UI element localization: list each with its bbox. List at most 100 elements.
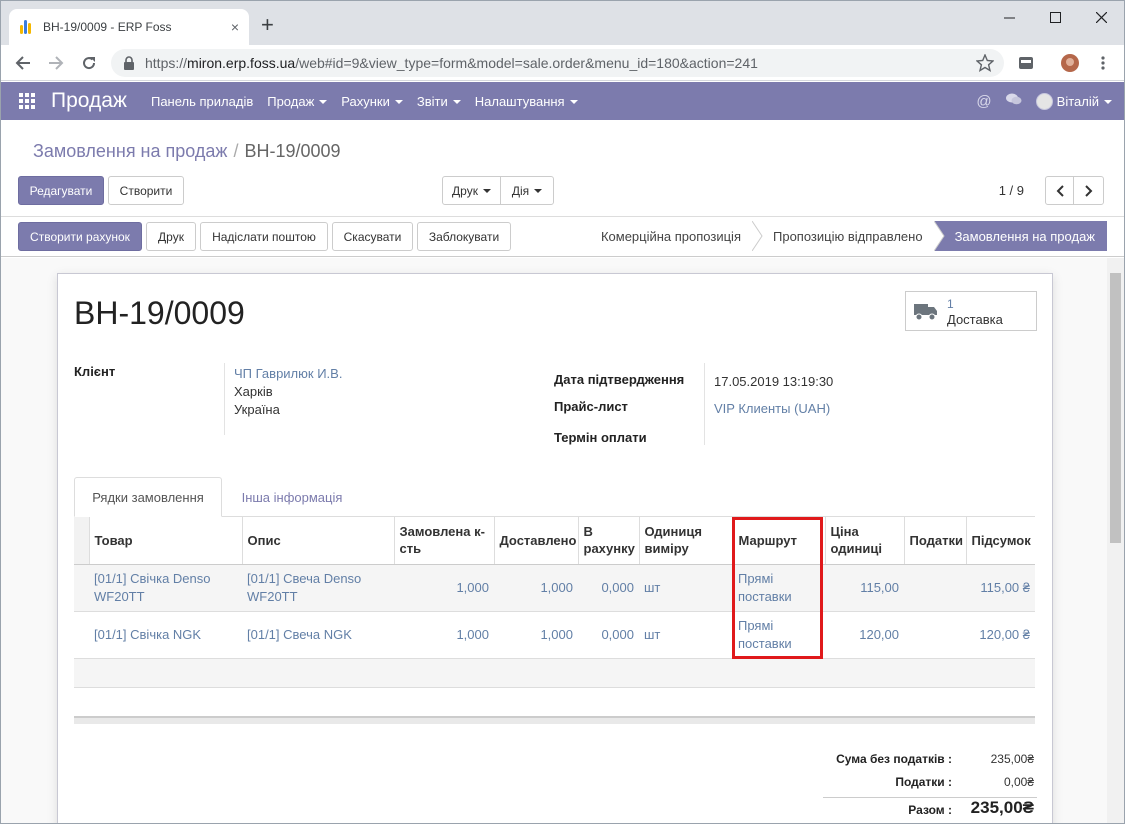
menu-settings-label: Налаштування [474,93,565,109]
maximize-icon[interactable] [1032,1,1078,33]
scrollbar-thumb[interactable] [1110,273,1121,543]
total-label: Разом : [908,803,952,817]
table-row[interactable]: [01/1] Свічка NGK [01/1] Свеча NGK 1,000… [74,611,1035,659]
cell-ordered-qty[interactable]: 1,000 [394,564,494,612]
menu-invoices[interactable]: Рахунки [341,94,403,109]
stage-quotation-sent-label: Пропозицію відправлено [773,228,923,244]
cell-taxes[interactable] [904,611,966,659]
col-header-taxes[interactable]: Податки [903,517,966,565]
chevron-down-icon [482,188,491,193]
cell-ordered-qty[interactable]: 1,000 [394,611,494,659]
minimize-icon[interactable] [986,1,1032,33]
cell-invoiced[interactable]: 0,000 [578,564,639,612]
form-statusbar: Створити рахунок Друк Надіслати поштою С… [1,217,1124,257]
col-header-product[interactable]: Товар [88,517,242,565]
cell-uom[interactable]: шт [639,611,733,659]
col-header-description[interactable]: Опис [241,517,394,565]
payment-term-label: Термін оплати [554,430,647,445]
total-value: 235,00₴ [970,798,1034,817]
close-window-icon[interactable] [1078,1,1124,33]
pager-previous-button[interactable] [1045,176,1074,205]
send-email-button[interactable]: Надіслати поштою [200,222,328,251]
create-invoice-button[interactable]: Створити рахунок [18,222,142,251]
chevron-right-icon [1084,184,1092,197]
reload-icon[interactable] [79,53,99,73]
page-scrollbar[interactable] [1107,258,1124,823]
pager-value[interactable]: 1 / 9 [999,183,1024,198]
client-name-link[interactable]: ЧП Гаврилюк И.В. [234,366,342,381]
at-mention-icon[interactable]: @ [976,93,991,110]
tab-order-lines[interactable]: Рядки замовлення [74,477,222,517]
user-menu[interactable]: Віталій [1057,94,1112,109]
back-icon[interactable] [13,53,33,73]
cell-unit-price[interactable]: 120,00 [825,611,904,659]
cell-invoiced[interactable]: 0,000 [578,611,639,659]
apps-grid-icon[interactable] [19,93,35,109]
menu-dashboard[interactable]: Панель приладів [151,94,253,109]
cell-unit-price[interactable]: 115,00 [825,564,904,612]
chat-icon[interactable] [1005,92,1022,110]
print-dropdown[interactable]: Друк [442,176,501,205]
cell-description[interactable]: [01/1] Свеча Denso WF20TT [242,564,394,612]
cell-subtotal[interactable]: 115,00 ₴ [966,564,1035,612]
tab-strip: ВН-19/0009 - ERP Foss × + [1,1,1124,45]
stage-sales-order[interactable]: Замовлення на продаж [934,221,1107,251]
profile-avatar-icon[interactable] [1060,53,1080,73]
row-handle [74,564,89,612]
cell-uom[interactable]: шт [639,564,733,612]
menu-settings[interactable]: Налаштування [475,94,578,109]
browser-menu-icon[interactable] [1093,53,1113,73]
stage-quotation[interactable]: Комерційна пропозиція [581,221,763,251]
cancel-button[interactable]: Скасувати [332,222,413,251]
action-dropdown[interactable]: Дія [500,176,554,205]
lock-button[interactable]: Заблокувати [417,222,511,251]
col-header-uom[interactable]: Одиниця виміру [638,517,733,565]
cell-subtotal[interactable]: 120,00 ₴ [966,611,1035,659]
bookmark-star-icon[interactable] [976,54,994,72]
col-header-invoiced[interactable]: В рахунку [577,517,639,565]
order-name: ВН-19/0009 [74,295,245,331]
menu-reports-label: Звіти [416,93,448,109]
cell-product[interactable]: [01/1] Свічка NGK [89,611,242,659]
chevron-down-icon [452,100,461,105]
tab-other-info[interactable]: Інша інформація [222,477,362,517]
untaxed-value: 235,00₴ [990,752,1034,766]
cell-delivered[interactable]: 1,000 [494,564,578,612]
table-header-row: Товар Опис Замовлена к-сть Доставлено В … [74,517,1035,565]
field-divider [224,363,225,435]
pricelist-link[interactable]: VIP Клиенты (UAH) [714,401,830,416]
tab-close-icon[interactable]: × [231,19,239,35]
delivery-label: Доставка [947,312,1003,327]
print-button[interactable]: Друк [146,222,196,251]
cell-taxes[interactable] [904,564,966,612]
col-header-ordered-qty[interactable]: Замовлена к-сть [393,517,494,565]
delivery-smart-button[interactable]: 1 Доставка [905,291,1037,331]
client-city: Харків [234,384,273,399]
cell-product[interactable]: [01/1] Свічка Denso WF20TT [89,564,242,612]
breadcrumb-parent[interactable]: Замовлення на продаж [33,141,227,161]
row-handle [74,611,89,659]
lock-icon [124,56,134,70]
chevron-down-icon [534,188,543,193]
menu-sales[interactable]: Продаж [267,94,328,109]
browser-tab[interactable]: ВН-19/0009 - ERP Foss × [9,9,249,45]
url-scheme: https:// [145,55,188,71]
pager-next-button[interactable] [1073,176,1104,205]
stage-quotation-sent[interactable]: Пропозицію відправлено [753,221,945,251]
forward-icon[interactable] [46,53,66,73]
url-input[interactable]: https://miron.erp.foss.ua/web#id=9&view_… [111,49,1004,77]
col-header-unit-price[interactable]: Ціна одиниці [824,517,904,565]
new-tab-button[interactable]: + [261,14,274,36]
table-row[interactable]: [01/1] Свічка Denso WF20TT [01/1] Свеча … [74,564,1035,612]
create-button[interactable]: Створити [108,176,184,205]
col-header-delivered[interactable]: Доставлено [493,517,578,565]
user-avatar[interactable] [1035,92,1053,110]
print-dropdown-label: Друк [452,183,478,198]
cell-delivered[interactable]: 1,000 [494,611,578,659]
edit-button[interactable]: Редагувати [18,176,104,205]
app-brand: Продаж [51,89,127,112]
extension-icon[interactable] [1016,53,1036,73]
cell-description[interactable]: [01/1] Свеча NGK [242,611,394,659]
col-header-subtotal[interactable]: Підсумок [965,517,1035,565]
menu-reports[interactable]: Звіти [417,94,461,109]
